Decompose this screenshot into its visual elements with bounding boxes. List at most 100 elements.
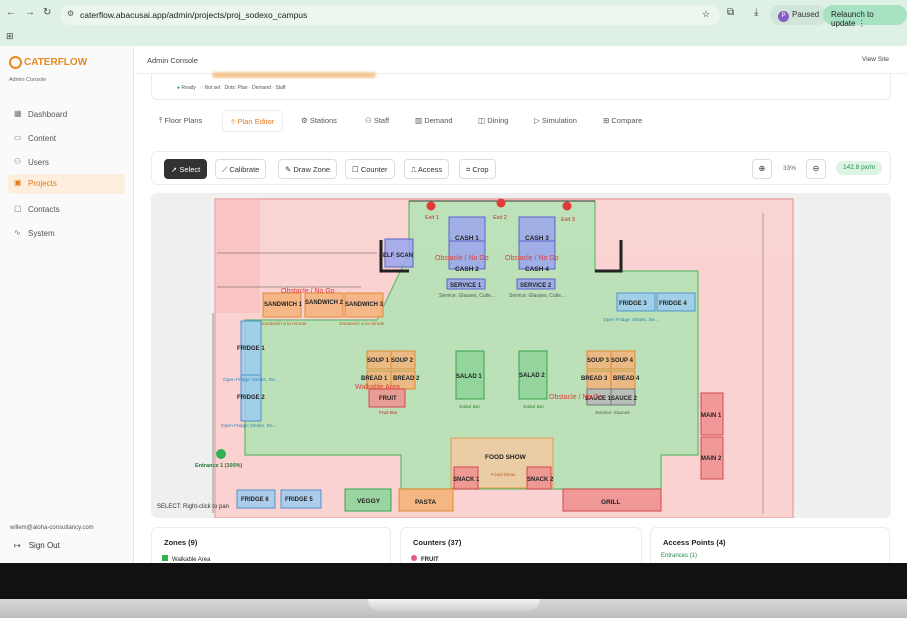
pin-icon: ⌾ bbox=[231, 117, 236, 126]
exit-2-marker[interactable] bbox=[496, 198, 506, 208]
laptop-hinge-notch bbox=[368, 599, 540, 611]
extensions-icon[interactable]: ⧉ bbox=[727, 7, 734, 18]
obstacle-label: Obstacle / No Go bbox=[505, 255, 559, 262]
pasta-label: PASTA bbox=[415, 499, 436, 506]
fridge-1-sub: Open Fridge: Drinks, De... bbox=[223, 377, 279, 383]
crop-icon: ⌗ bbox=[466, 165, 471, 174]
users-icon: ⚇ bbox=[14, 157, 22, 166]
sidebar-item-label: Content bbox=[28, 134, 57, 143]
status-line: ● Ready ○ Not set Dots: Plan · Demand · … bbox=[177, 85, 286, 91]
sidebar-item-content[interactable]: ▭ Content bbox=[8, 129, 125, 149]
tab-staff[interactable]: ⚇ Staff bbox=[365, 110, 389, 132]
sidebar-item-contacts[interactable]: ▢ Contacts bbox=[8, 200, 125, 220]
users-icon: ⚇ bbox=[365, 116, 372, 125]
bread-2-label: BREAD 2 bbox=[393, 376, 420, 382]
relaunch-label: Relaunch to update bbox=[831, 10, 874, 28]
calibrate-tool-button[interactable]: ⟋ Calibrate bbox=[215, 159, 267, 179]
obstacle-zone-left-top[interactable] bbox=[215, 199, 260, 313]
star-icon[interactable]: ☆ bbox=[702, 9, 710, 20]
laptop-bezel bbox=[0, 563, 907, 599]
cash-1-label: CASH 1 bbox=[455, 235, 479, 242]
tab-plan-editor[interactable]: ⌾ Plan Editor bbox=[222, 110, 284, 132]
zoom-out-icon: ⊖ bbox=[812, 164, 820, 173]
forward-icon[interactable]: → bbox=[25, 7, 35, 18]
browser-chrome: ← → ↻ ⚙ caterflow.abacusai.app/admin/pro… bbox=[0, 0, 907, 46]
sidebar-item-projects[interactable]: ▣ Projects bbox=[8, 174, 125, 194]
tab-compare[interactable]: ⊞ Compare bbox=[603, 110, 642, 132]
canvas-hint: SELECT: Right-click to pan bbox=[157, 504, 230, 510]
download-icon[interactable]: ⤓ bbox=[754, 7, 758, 18]
walkable-area-label: Walkable Area bbox=[355, 384, 400, 391]
sidebar-item-users[interactable]: ⚇ Users bbox=[8, 153, 125, 173]
address-bar[interactable]: ⚙ caterflow.abacusai.app/admin/projects/… bbox=[60, 5, 720, 25]
zone-swatch bbox=[162, 555, 168, 561]
food-show-label: FOOD SHOW bbox=[485, 454, 527, 461]
access-title: Access Points (4) bbox=[663, 538, 726, 547]
food-show-sub: Food Show bbox=[491, 472, 516, 478]
ruler-icon: ⟋ bbox=[222, 165, 228, 174]
zoom-out-button[interactable]: ⊖ bbox=[806, 159, 826, 179]
cash-4-label: CASH 4 bbox=[525, 266, 549, 273]
sign-out-button[interactable]: ↦ Sign Out bbox=[14, 541, 60, 550]
back-icon[interactable]: ← bbox=[6, 7, 16, 18]
select-tool-button[interactable]: ➚ Select bbox=[164, 159, 208, 179]
square-icon: ☐ bbox=[352, 165, 359, 174]
floor-plan-svg[interactable]: Exit 1 Exit 2 Exit 3 CASH 1 CASH 2 CASH … bbox=[151, 193, 891, 518]
not-set-dot-icon: ○ bbox=[200, 85, 204, 91]
counter-tool-button[interactable]: ☐ Counter bbox=[345, 159, 395, 179]
tab-stations[interactable]: ⚙ Stations bbox=[301, 110, 337, 132]
profile-chip[interactable]: P Paused bbox=[770, 5, 828, 25]
fruit-label: FRUIT bbox=[379, 396, 397, 402]
laptop-screen: ← → ↻ ⚙ caterflow.abacusai.app/admin/pro… bbox=[0, 0, 907, 563]
sandwich-3-sub: Sandwich a la minute bbox=[339, 321, 385, 327]
service-1-sub: Service: Glasses, Cutle... bbox=[439, 293, 495, 299]
view-site-link[interactable]: View Site bbox=[862, 56, 889, 63]
counter-row[interactable]: FRUIT bbox=[411, 555, 439, 563]
tab-label: Compare bbox=[611, 116, 643, 125]
service-2-label: SERVICE 2 bbox=[520, 283, 552, 289]
tool-label: Counter bbox=[360, 165, 388, 174]
exit-1-marker[interactable] bbox=[426, 201, 436, 211]
tab-floor-plans[interactable]: ⤒ Floor Plans bbox=[159, 110, 202, 132]
zoom-in-button[interactable]: ⊕ bbox=[752, 159, 772, 179]
sandwich-3-label: SANDWICH 3 bbox=[345, 302, 384, 308]
sandwich-1-label: SANDWICH 1 bbox=[264, 302, 303, 308]
tab-simulation[interactable]: ▷ Simulation bbox=[534, 110, 577, 132]
floor-plan-canvas[interactable]: Exit 1 Exit 2 Exit 3 CASH 1 CASH 2 CASH … bbox=[151, 193, 891, 518]
exit-1-label: Exit 1 bbox=[425, 215, 439, 221]
brand-name: CATERFLOW bbox=[24, 57, 88, 69]
exit-3-marker[interactable] bbox=[562, 201, 572, 211]
tab-demand[interactable]: ▥ Demand bbox=[415, 110, 453, 132]
fridge-3-label: FRIDGE 3 bbox=[619, 301, 647, 307]
status-not-set: Not set bbox=[204, 85, 221, 91]
access-tool-button[interactable]: ⎍ Access bbox=[404, 159, 450, 179]
tab-dining[interactable]: ◫ Dining bbox=[478, 110, 508, 132]
soup-1-label: SOUP 1 bbox=[367, 358, 390, 364]
fridge-5-label: FRIDGE 5 bbox=[285, 497, 313, 503]
draw-zone-tool-button[interactable]: ✎ Draw Zone bbox=[278, 159, 338, 179]
document-icon: ▭ bbox=[14, 133, 22, 142]
apps-icon[interactable]: ⊞ bbox=[6, 31, 14, 42]
exit-2-label: Exit 2 bbox=[493, 215, 507, 221]
scale-badge: 142.8 px/m bbox=[836, 161, 883, 175]
sidebar: CATERFLOW Admin Console ▦ Dashboard ▭ Cont… bbox=[0, 46, 134, 563]
zone-row[interactable]: Walkable Area bbox=[162, 555, 210, 563]
sidebar-item-system[interactable]: ∿ System bbox=[8, 224, 125, 244]
entrance-1-marker[interactable] bbox=[216, 449, 226, 459]
snack-2-label: SNACK 2 bbox=[527, 477, 554, 483]
reload-icon[interactable]: ↻ bbox=[43, 7, 51, 18]
crop-tool-button[interactable]: ⌗ Crop bbox=[459, 159, 496, 179]
bread-4-label: BREAD 4 bbox=[613, 376, 640, 382]
sidebar-item-label: Contacts bbox=[28, 205, 60, 214]
exit-3-label: Exit 3 bbox=[561, 217, 575, 223]
cash-2-label: CASH 2 bbox=[455, 266, 479, 273]
soup-2-label: SOUP 2 bbox=[391, 358, 414, 364]
sidebar-item-dashboard[interactable]: ▦ Dashboard bbox=[8, 105, 125, 125]
site-info-icon[interactable]: ⚙ bbox=[67, 9, 74, 18]
relaunch-button[interactable]: Relaunch to update ⋮ bbox=[823, 5, 907, 28]
bar-chart-icon: ▥ bbox=[415, 116, 423, 125]
fridge-2-label: FRIDGE 2 bbox=[237, 395, 265, 401]
status-dots: Dots: Plan · Demand · Staff bbox=[224, 85, 286, 91]
tab-label: Staff bbox=[373, 116, 390, 125]
tool-label: Select bbox=[179, 165, 201, 174]
